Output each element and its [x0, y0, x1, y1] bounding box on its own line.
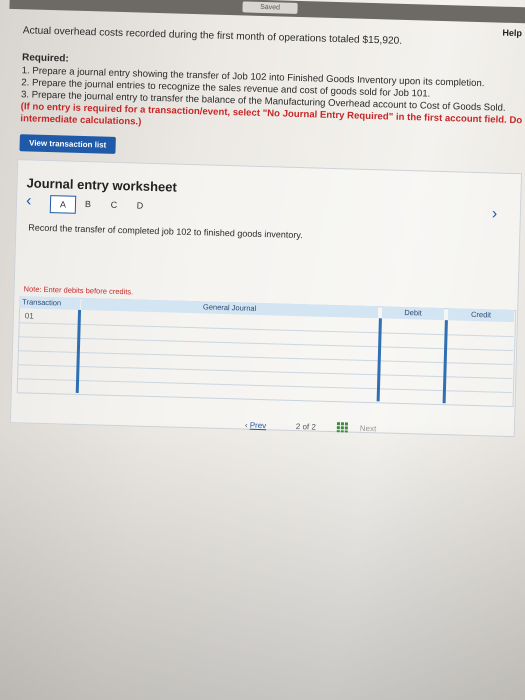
- next-button[interactable]: Next: [360, 424, 377, 433]
- top-bar: Saved: [9, 0, 525, 24]
- required-heading: Required:: [21, 52, 69, 65]
- intro-text: Actual overhead costs recorded during th…: [22, 25, 403, 47]
- grid-icon[interactable]: [336, 422, 350, 433]
- chevron-right-icon[interactable]: ›: [492, 205, 498, 223]
- tab-a[interactable]: A: [49, 195, 77, 214]
- page-indicator: 2 of 2: [295, 422, 317, 432]
- view-transaction-list-button[interactable]: View transaction list: [19, 134, 116, 154]
- tab-b[interactable]: B: [76, 196, 100, 213]
- help-button[interactable]: Help: [502, 28, 522, 39]
- tab-d[interactable]: D: [128, 197, 152, 214]
- tab-c[interactable]: C: [102, 197, 126, 214]
- prev-button[interactable]: ‹ Prev: [245, 421, 267, 431]
- required-note-line2: intermediate calculations.): [20, 113, 142, 128]
- screen: Saved Help Actual overhead costs recorde…: [0, 0, 525, 700]
- saved-badge: Saved: [242, 1, 298, 14]
- photo-background: Saved Help Actual overhead costs recorde…: [0, 0, 525, 700]
- prev-label: Prev: [249, 420, 267, 431]
- chevron-left-icon[interactable]: ‹: [26, 192, 32, 210]
